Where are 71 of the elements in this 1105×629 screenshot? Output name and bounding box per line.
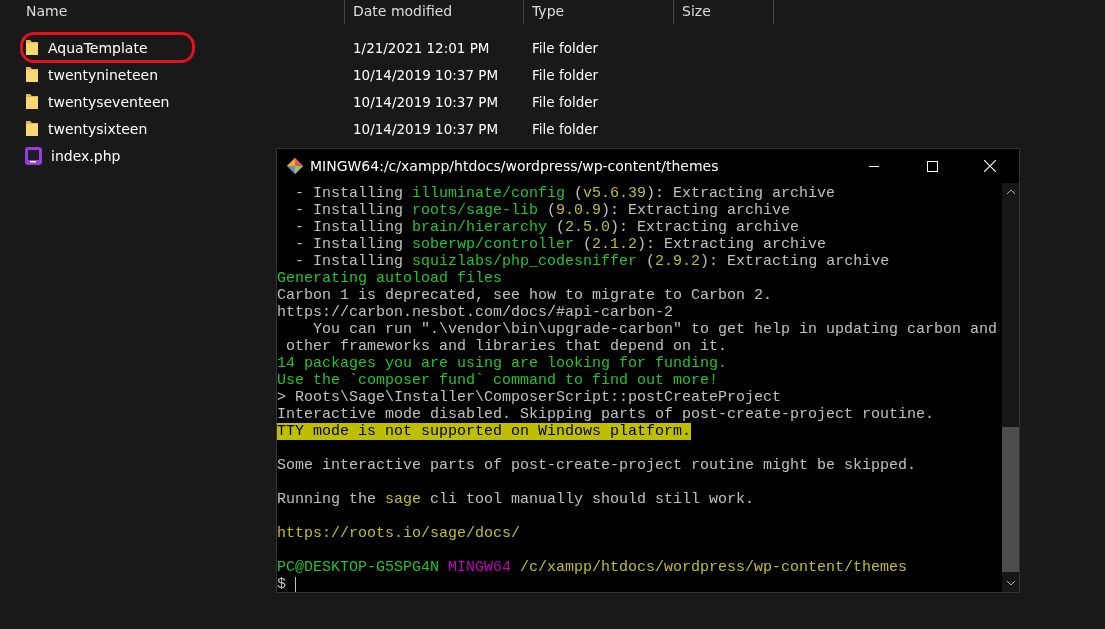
terminal-text: - Installing: [294, 202, 405, 219]
file-type: File folder: [532, 93, 599, 110]
app-icon: [286, 157, 304, 175]
scrollbar[interactable]: [1002, 183, 1019, 592]
terminal-text: ): Extracting archive: [637, 236, 827, 253]
terminal-text: (: [547, 202, 557, 219]
folder-icon: [25, 66, 39, 83]
terminal-text: 2.5.0: [565, 219, 611, 236]
file-type: File folder: [532, 39, 599, 56]
terminal-text: sage: [385, 491, 422, 508]
date-modified: 10/14/2019 10:37 PM: [353, 93, 499, 110]
terminal-text: v5.6.39: [583, 185, 647, 202]
terminal-text: cli tool manually should still work.: [429, 491, 755, 508]
terminal-text: roots/sage-lib: [412, 202, 539, 219]
terminal-text: squizlabs/php_codesniffer: [412, 253, 638, 270]
terminal-text: 14 packages you are using are looking for funding.: [277, 355, 728, 372]
terminal-text: /c/xampp/htdocs/wordpress/wp-content/themes: [519, 559, 908, 576]
date-modified: 1/21/2021 12:01 PM: [353, 39, 490, 56]
terminal-text: (: [573, 185, 584, 202]
file-type: File folder: [532, 66, 599, 83]
terminal-text: PC@DESKTOP-G5SPG4N: [277, 559, 440, 576]
terminal-text: (: [645, 253, 656, 270]
folder-icon: [25, 120, 39, 137]
terminal-text: $: [277, 576, 287, 592]
terminal-text: You can run ".\vendor\bin\upgrade-carbon" to get help in updating carbon and: [312, 321, 998, 338]
terminal-text: soberwp/controller: [412, 236, 575, 253]
scroll-thumb[interactable]: [1002, 427, 1019, 572]
terminal-text: (: [582, 236, 593, 253]
terminal-text: Interactive mode disabled. Skipping parts of post-create-project routine.: [277, 406, 935, 423]
terminal-text: https://carbon.nesbot.com/docs/#api-carbon-2: [277, 304, 674, 321]
date-modified: 10/14/2019 10:37 PM: [353, 120, 499, 137]
terminal-text: https://roots.io/sage/docs/: [277, 525, 521, 542]
highlighted-output: TTY mode is not supported on Windows platform.: [277, 423, 692, 440]
column-header[interactable]: Date modified: [345, 0, 524, 24]
file-type: File folder: [532, 120, 599, 137]
terminal-text: Running the: [277, 491, 378, 508]
terminal-text: 9.0.9: [556, 202, 602, 219]
terminal-text: ): Extracting archive: [700, 253, 890, 270]
terminal-text: - Installing: [294, 219, 405, 236]
date-modified: 10/14/2019 10:37 PM: [353, 66, 499, 83]
scroll-down-icon: [1005, 580, 1016, 586]
folder-icon: [25, 39, 39, 56]
terminal-text: ): Extracting archive: [610, 219, 800, 236]
terminal-text: > Roots\Sage\Installer\ComposerScript::postCreateProject: [277, 389, 782, 406]
maximize-icon: [926, 160, 938, 172]
terminal-text: Use the `composer fund` command to find out more!: [277, 372, 719, 389]
terminal-text: MINGW64: [447, 559, 512, 576]
php-file-icon: [25, 146, 42, 165]
terminal-text: Some interactive parts of post-create-project routine might be skipped.: [277, 457, 917, 474]
circled-file-name[interactable]: AquaTemplate: [20, 32, 195, 63]
terminal-text: Carbon 1 is deprecated, see how to migrate to Carbon 2.: [277, 287, 773, 304]
terminal-text: (: [555, 219, 566, 236]
column-header[interactable]: Size: [674, 0, 774, 24]
column-header[interactable]: Name: [18, 0, 345, 24]
terminal-text: other frameworks and libraries that depend on it.: [285, 338, 728, 355]
terminal-text: ): Extracting archive: [601, 202, 791, 219]
terminal-text: ): Extracting archive: [646, 185, 836, 202]
terminal-text: illuminate/config: [412, 185, 566, 202]
terminal-text: Generating autoload files: [277, 270, 503, 287]
terminal-text: - Installing: [294, 253, 405, 270]
terminal-text: - Installing: [294, 185, 405, 202]
terminal-text: 2.9.2: [655, 253, 701, 270]
terminal-text: brain/hierarchy: [412, 219, 548, 236]
column-header[interactable]: Type: [524, 0, 674, 24]
window-title: MINGW64:/c/xampp/htdocs/wordpress/wp-content/themes: [310, 158, 720, 174]
scroll-up-icon: [1005, 189, 1016, 195]
close-icon: [984, 160, 996, 172]
text-cursor: [295, 576, 296, 592]
terminal-text: - Installing: [294, 236, 405, 253]
folder-icon: [25, 93, 39, 110]
terminal-text: 2.1.2: [592, 236, 638, 253]
